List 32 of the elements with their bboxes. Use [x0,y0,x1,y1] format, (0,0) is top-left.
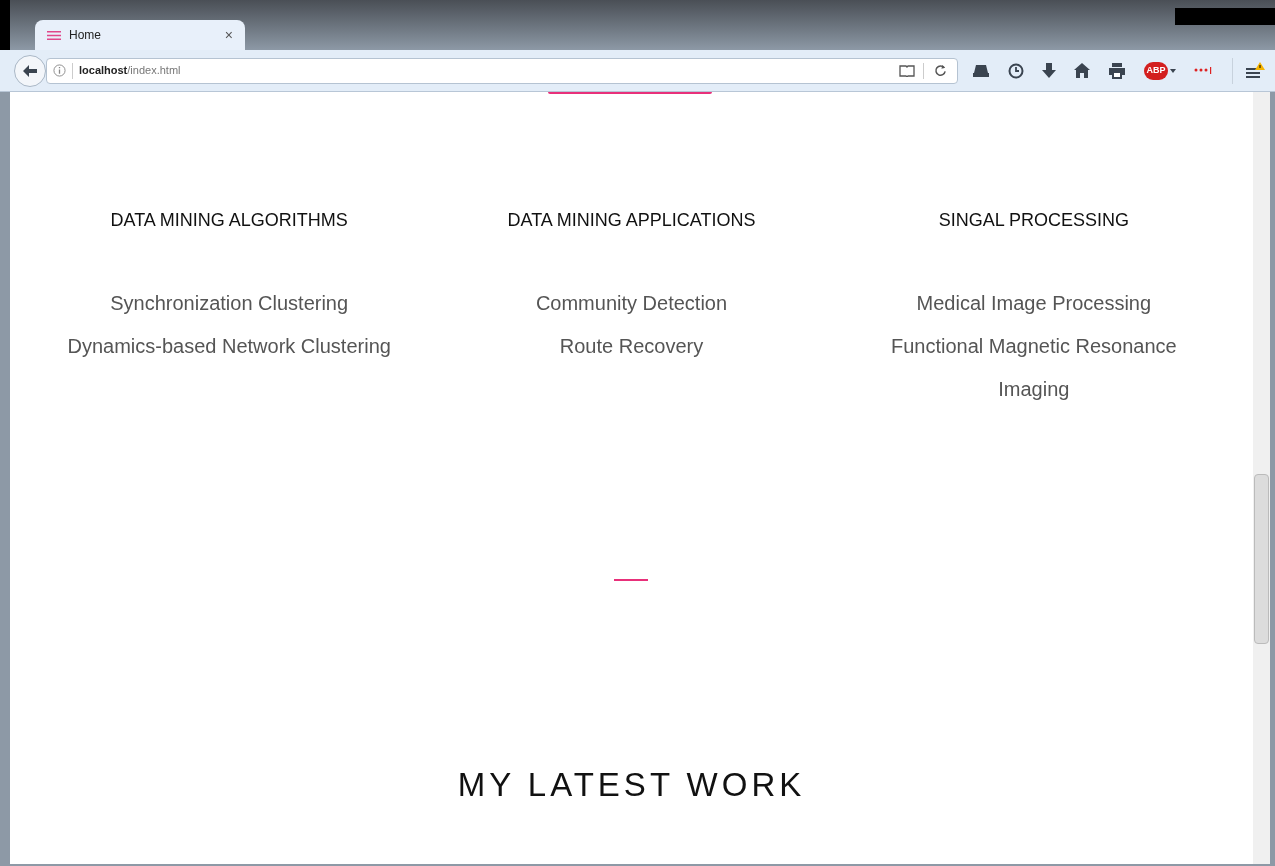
reader-view-icon[interactable] [899,64,915,77]
home-icon[interactable] [1074,63,1090,78]
menu-icon [47,30,61,40]
topic-item: Community Detection [535,291,728,316]
scrollbar[interactable] [1253,92,1270,864]
column-heading: DATA MINING ALGORITHMS [110,209,348,232]
history-icon[interactable] [1008,62,1024,79]
info-icon[interactable] [53,64,66,77]
browser-tab[interactable]: Home × [35,20,245,50]
tab-title: Home [69,27,102,44]
menu-icon[interactable] [1245,61,1265,80]
topic-item: Functional Magnetic Resonance Imaging [889,334,1178,402]
topic-item: Route Recovery [559,334,704,359]
download-icon[interactable] [1042,62,1056,79]
back-arrow-icon [23,64,37,77]
url-text: localhost/index.html [79,63,181,79]
printer-icon[interactable] [1108,62,1126,79]
topic-item: Synchronization Clustering [110,291,349,316]
scrollbar-thumb[interactable] [1254,474,1269,644]
dots-icon[interactable] [1194,66,1212,75]
column-heading: DATA MINING APPLICATIONS [507,209,756,232]
url-bar[interactable]: localhost/index.html [46,57,958,84]
divider-accent [614,579,648,581]
section-title: MY LATEST WORK [457,765,806,805]
topic-item: Medical Image Processing [916,291,1152,316]
close-tab-button[interactable]: × [224,24,233,46]
back-button[interactable] [14,54,46,87]
column-heading: SINGAL PROCESSING [938,209,1129,232]
reload-icon[interactable] [934,64,947,77]
topic-item: Dynamics-based Network Clustering [67,334,391,359]
caret-icon[interactable] [1170,68,1176,73]
adblock-button[interactable]: ABP [1144,61,1168,80]
